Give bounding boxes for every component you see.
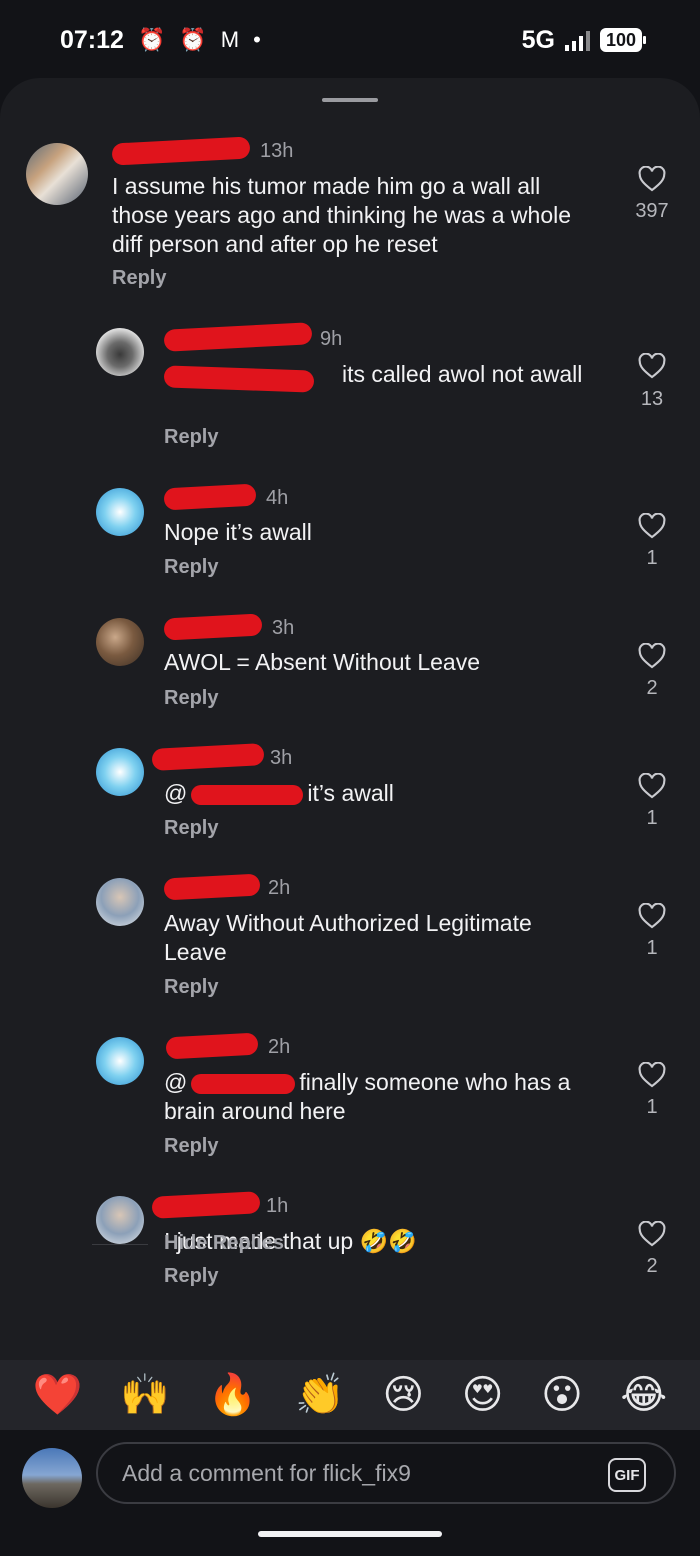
avatar[interactable] bbox=[96, 1037, 144, 1085]
comment-time: 3h bbox=[270, 747, 293, 769]
reaction-clap[interactable]: 👏 bbox=[295, 1375, 345, 1415]
signal-icon bbox=[564, 29, 590, 51]
comment-input[interactable]: Add a comment for flick_fix9 GIF bbox=[96, 1442, 676, 1504]
like-count: 2 bbox=[646, 677, 658, 699]
avatar[interactable] bbox=[22, 1448, 82, 1508]
reply-button[interactable]: Reply bbox=[164, 556, 218, 579]
avatar[interactable] bbox=[96, 878, 144, 926]
comment-text: @ finally someone who has a brain around … bbox=[164, 1069, 571, 1124]
heart-icon[interactable] bbox=[638, 643, 666, 669]
comment-text: Away Without Authorized Legitimate Leave bbox=[164, 910, 532, 965]
like-count: 1 bbox=[646, 937, 658, 959]
comment-input-placeholder: Add a comment for flick_fix9 bbox=[122, 1459, 411, 1486]
comment-time: 3h bbox=[272, 617, 295, 639]
comment-text: AWOL = Absent Without Leave bbox=[164, 649, 480, 675]
comment-text: I assume his tumor made him go a wall al… bbox=[112, 173, 572, 257]
hide-replies-button[interactable]: Hide Replies bbox=[164, 1232, 284, 1255]
reply-button[interactable]: Reply bbox=[164, 1265, 218, 1288]
reply-button[interactable]: Reply bbox=[164, 817, 218, 840]
reaction-heart[interactable]: ❤️ bbox=[33, 1375, 83, 1415]
like-count: 1 bbox=[646, 1096, 658, 1118]
reply-button[interactable]: Reply bbox=[164, 1135, 218, 1158]
reaction-cry[interactable]: 😢 bbox=[382, 1375, 424, 1415]
heart-icon[interactable] bbox=[638, 1062, 666, 1088]
reply-button[interactable]: Reply bbox=[164, 687, 218, 710]
comment-time: 2h bbox=[268, 1036, 291, 1058]
like-count: 2 bbox=[646, 1255, 658, 1277]
comment-composer: Add a comment for flick_fix9 GIF bbox=[0, 1430, 700, 1520]
reaction-wow[interactable]: 😮 bbox=[541, 1375, 583, 1415]
like-count: 1 bbox=[646, 807, 658, 829]
heart-icon[interactable] bbox=[638, 353, 666, 379]
reaction-laugh[interactable]: 😂 bbox=[620, 1375, 667, 1415]
avatar[interactable] bbox=[96, 748, 144, 796]
divider bbox=[92, 1244, 148, 1245]
reaction-fire[interactable]: 🔥 bbox=[208, 1375, 258, 1415]
drag-handle[interactable] bbox=[322, 98, 378, 102]
heart-icon[interactable] bbox=[638, 166, 666, 192]
comment-time: 13h bbox=[260, 140, 294, 162]
battery-icon: 100 bbox=[599, 28, 647, 52]
network-type: 5G bbox=[521, 25, 555, 54]
reaction-heart-eyes[interactable]: 😍 bbox=[462, 1375, 504, 1415]
reply-button[interactable]: Reply bbox=[112, 267, 166, 290]
like-count: 1 bbox=[646, 547, 658, 569]
reaction-bar: ❤️ 🙌 🔥 👏 😢 😍 😮 😂 bbox=[0, 1360, 700, 1430]
alarm-icon: ⏰ bbox=[179, 27, 207, 52]
home-indicator[interactable] bbox=[258, 1531, 442, 1537]
comment-time: 2h bbox=[268, 877, 291, 899]
comment-time: 1h bbox=[266, 1195, 289, 1217]
comment-text: @ it’s awall bbox=[164, 780, 394, 806]
avatar[interactable] bbox=[96, 328, 144, 376]
heart-icon[interactable] bbox=[638, 513, 666, 539]
heart-icon[interactable] bbox=[638, 903, 666, 929]
gmail-icon: M bbox=[220, 27, 240, 52]
reply-button[interactable]: Reply bbox=[164, 426, 218, 449]
comment-text: its called awol not awall bbox=[342, 361, 583, 387]
dot-icon: • bbox=[253, 27, 261, 52]
avatar[interactable] bbox=[26, 143, 88, 205]
status-time: 07:12 bbox=[60, 25, 124, 54]
comments-sheet bbox=[0, 78, 700, 1368]
avatar[interactable] bbox=[96, 618, 144, 666]
like-count: 13 bbox=[640, 388, 664, 410]
comment-time: 4h bbox=[266, 487, 289, 509]
comment-text: Nope it’s awall bbox=[164, 519, 312, 545]
heart-icon[interactable] bbox=[638, 1221, 666, 1247]
comment-time: 9h bbox=[320, 328, 343, 350]
reply-button[interactable]: Reply bbox=[164, 976, 218, 999]
heart-icon[interactable] bbox=[638, 773, 666, 799]
reaction-raised-hands[interactable]: 🙌 bbox=[120, 1375, 170, 1415]
like-count: 397 bbox=[635, 200, 669, 222]
avatar[interactable] bbox=[96, 1196, 144, 1244]
status-bar: 07:12 ⏰ ⏰ M • 5G 100 bbox=[0, 0, 700, 80]
alarm-icon: ⏰ bbox=[137, 27, 166, 52]
avatar[interactable] bbox=[96, 488, 144, 536]
gif-button[interactable]: GIF bbox=[608, 1458, 646, 1492]
